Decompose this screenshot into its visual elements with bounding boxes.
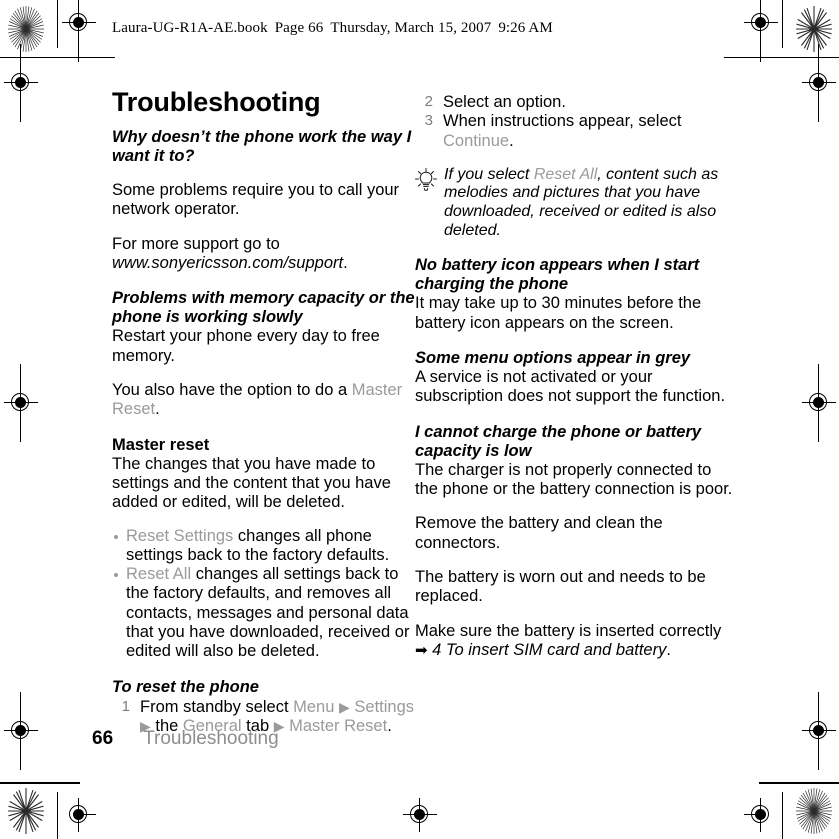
step-number: 2 bbox=[424, 93, 433, 110]
slug-page: Page 66 bbox=[274, 20, 324, 36]
step3-text-1: When instructions appear, select bbox=[443, 112, 682, 131]
registration-mark-bottom-center bbox=[403, 798, 437, 832]
support-text-suffix: . bbox=[343, 253, 348, 272]
trim-rule-top-left bbox=[57, 0, 58, 48]
reset-procedure-steps-continued: 2 Select an option. 3 When instructions ap… bbox=[415, 93, 735, 151]
ui-ref-settings: Settings bbox=[354, 697, 415, 716]
registration-mark-bottom-left bbox=[62, 798, 96, 832]
step-number: 3 bbox=[424, 112, 433, 130]
heading-master-reset: Master reset bbox=[112, 435, 210, 454]
print-calibration-target-bottom-right bbox=[796, 788, 832, 834]
slug-time: 9:26 AM bbox=[498, 20, 553, 36]
registration-mark-lower-left bbox=[4, 692, 38, 770]
master-reset-suffix: . bbox=[155, 400, 160, 419]
lightbulb-icon bbox=[413, 167, 439, 193]
registration-mark-top-left bbox=[62, 0, 96, 62]
paragraph-master-reset-option: You also have the option to do a Master … bbox=[112, 381, 418, 420]
registration-mark-upper-left bbox=[4, 44, 38, 122]
print-calibration-target-top-right bbox=[796, 6, 832, 52]
cross-reference-sim-card: 4 To insert SIM card and battery bbox=[432, 640, 667, 659]
ui-ref-menu: Menu bbox=[293, 697, 335, 716]
trim-rule-header-left bbox=[0, 57, 115, 58]
trim-rule-top-right bbox=[782, 0, 783, 48]
trim-rule-footer-left bbox=[0, 782, 80, 784]
ui-ref-reset-all-tip: Reset All bbox=[533, 165, 598, 183]
file-slug-line: Laura-UG-R1A-AE.book Page 66 Thursday, Mar… bbox=[112, 20, 553, 37]
ui-ref-continue: Continue bbox=[443, 131, 510, 150]
ui-ref-master-reset-step: Master Reset bbox=[289, 717, 388, 736]
heading-no-battery-icon: No battery icon appears when I start cha… bbox=[415, 256, 700, 294]
paragraph-changes-deleted: The changes that you have made to settin… bbox=[112, 454, 391, 512]
list-item: Reset All changes all settings back to t… bbox=[112, 565, 418, 661]
tip-text-1: If you select bbox=[444, 165, 534, 183]
arrow-solid-right-icon: ➡ bbox=[415, 641, 428, 659]
footer-page-number: 66 bbox=[92, 728, 114, 749]
charge4-text-1: Make sure the battery is inserted correc… bbox=[415, 621, 722, 640]
print-calibration-target-top-left bbox=[8, 6, 44, 52]
heading-to-reset-the-phone: To reset the phone bbox=[112, 677, 259, 696]
reset-options-list: Reset Settings changes all phone setting… bbox=[112, 527, 418, 662]
paragraph-charger-not-connected: The charger is not properly connected to… bbox=[415, 460, 733, 499]
paragraph-battery-worn-out: The battery is worn out and needs to be … bbox=[415, 568, 706, 606]
ui-ref-reset-all: Reset All bbox=[126, 565, 192, 584]
list-item: Reset Settings changes all phone setting… bbox=[112, 527, 418, 566]
paragraph-battery-inserted-correctly: Make sure the battery is inserted correc… bbox=[415, 622, 735, 661]
list-item: 2 Select an option. bbox=[415, 93, 735, 112]
paragraph-restart-phone: Restart your phone every day to free mem… bbox=[112, 327, 380, 365]
registration-mark-middle-left bbox=[4, 364, 38, 442]
trim-rule-bottom-left bbox=[57, 792, 58, 839]
step1-text-4: . bbox=[387, 717, 392, 736]
footer-chapter-name: Troubleshooting bbox=[143, 728, 279, 749]
paragraph-network-operator: Some problems require you to call your n… bbox=[112, 180, 400, 219]
trim-rule-header-right bbox=[724, 57, 839, 58]
print-calibration-target-bottom-left bbox=[8, 788, 44, 834]
left-text-column: Troubleshooting Why doesn’t the phone wo… bbox=[112, 87, 418, 736]
step1-text-1: From standby select bbox=[140, 697, 294, 716]
trim-rule-footer-right bbox=[759, 782, 839, 784]
heading-cannot-charge: I cannot charge the phone or battery cap… bbox=[415, 422, 702, 460]
registration-mark-top-right bbox=[744, 0, 778, 62]
manual-page: Laura-UG-R1A-AE.book Page 66 Thursday, Mar… bbox=[0, 0, 839, 839]
paragraph-service-not-activated: A service is not activated or your subsc… bbox=[415, 368, 726, 406]
charge4-text-2: . bbox=[666, 640, 671, 659]
step-number: 1 bbox=[121, 697, 130, 715]
ui-ref-reset-settings: Reset Settings bbox=[126, 526, 234, 545]
registration-mark-bottom-right bbox=[744, 798, 778, 832]
paragraph-battery-icon-delay: It may take up to 30 minutes before the … bbox=[415, 294, 702, 332]
list-item: 3 When instructions appear, select Contin… bbox=[415, 112, 735, 151]
trim-rule-bottom-right bbox=[782, 792, 783, 839]
registration-mark-upper-right bbox=[802, 44, 836, 122]
heading-why-doesnt-phone-work: Why doesn’t the phone work the way I wan… bbox=[112, 127, 412, 165]
registration-mark-lower-right bbox=[802, 692, 836, 770]
page-title: Troubleshooting bbox=[112, 87, 321, 117]
support-text-prefix: For more support go to bbox=[112, 234, 280, 253]
heading-menu-options-grey: Some menu options appear in grey bbox=[415, 348, 691, 367]
tip-note-reset-all: If you select Reset All, content such as… bbox=[415, 166, 735, 240]
right-text-column: 2 Select an option. 3 When instructions ap… bbox=[415, 88, 735, 660]
registration-mark-middle-right bbox=[802, 364, 836, 442]
slug-filename: Laura-UG-R1A-AE.book bbox=[112, 20, 268, 36]
support-url: www.sonyericsson.com/support bbox=[112, 253, 344, 272]
paragraph-more-support: For more support go to www.sonyericsson.… bbox=[112, 235, 418, 274]
heading-memory-capacity: Problems with memory capacity or the pho… bbox=[112, 289, 415, 327]
page-footer: 66 Troubleshooting bbox=[92, 728, 279, 750]
slug-date: Thursday, March 15, 2007 bbox=[330, 20, 492, 36]
master-reset-prefix: You also have the option to do a bbox=[112, 380, 352, 399]
arrow-right-icon: ▶ bbox=[339, 698, 350, 715]
step3-text-2: . bbox=[509, 131, 514, 150]
step2-text: Select an option. bbox=[443, 93, 566, 111]
paragraph-remove-battery: Remove the battery and clean the connect… bbox=[415, 514, 663, 552]
